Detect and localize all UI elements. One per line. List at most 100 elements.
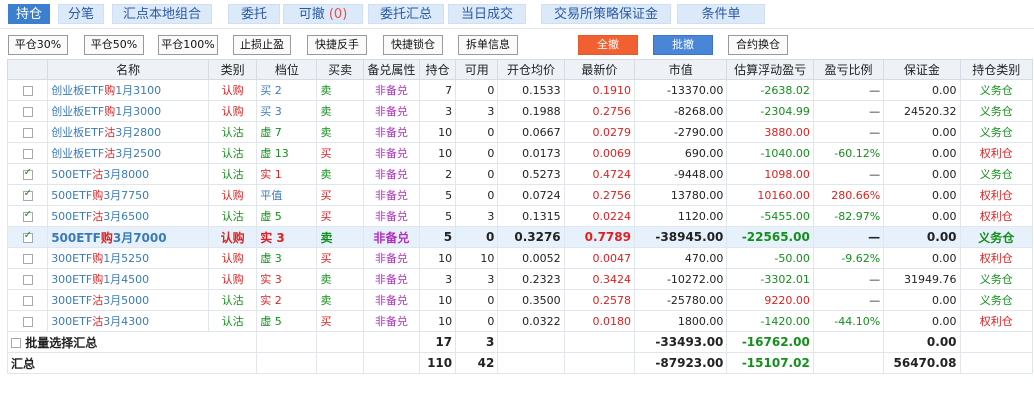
row-checkbox[interactable] bbox=[22, 127, 33, 138]
buy-sell: 买 bbox=[316, 142, 364, 164]
float-pnl: -3302.01 bbox=[726, 268, 814, 290]
table-row[interactable]: 500ETF购3月7750认购平值买非备兑500.07240.275613780… bbox=[6, 184, 1034, 206]
batch-avail: 3 bbox=[455, 331, 499, 353]
row-checkbox[interactable] bbox=[22, 209, 33, 222]
close-100-button[interactable]: 平仓100% bbox=[158, 35, 218, 55]
quick-reverse-button[interactable]: 快捷反手 bbox=[307, 35, 367, 55]
col-margin[interactable]: 保证金 bbox=[883, 59, 961, 80]
open-avg-price: 0.0724 bbox=[497, 184, 565, 206]
col-cover[interactable]: 备兑属性 bbox=[362, 59, 420, 80]
quick-lock-button[interactable]: 快捷锁仓 bbox=[383, 35, 443, 55]
batch-cancel-button[interactable]: 批撤 bbox=[653, 35, 713, 55]
moneyness-level: 虚 7 bbox=[256, 121, 318, 143]
table-row[interactable]: 创业板ETF沽3月2500 认沽虚 13 买非备兑 10 0 0.0173 0.0069 69… bbox=[6, 142, 1034, 164]
table-row[interactable]: 300ETF沽3月5000 认沽实 2 卖非备兑 10 0 0.3500 0.2578 -25… bbox=[6, 289, 1034, 311]
col-type[interactable]: 类别 bbox=[207, 59, 258, 80]
pnl-ratio: — bbox=[812, 289, 885, 311]
contract-underlying: 500ETF bbox=[51, 230, 101, 245]
contract-direction: 沽 bbox=[104, 147, 116, 160]
margin: 0.00 bbox=[883, 226, 961, 248]
moneyness-level: 买 3 bbox=[256, 100, 318, 122]
col-market-value[interactable]: 市值 bbox=[633, 59, 728, 80]
table-row[interactable]: 500ETF沽3月8000认沽实 1卖非备兑200.52730.4724-944… bbox=[6, 163, 1034, 185]
total-margin: 56470.08 bbox=[883, 352, 961, 374]
moneyness-level: 实 2 bbox=[256, 289, 318, 311]
table-row[interactable]: 创业板ETF沽3月2800 认沽虚 7 卖非备兑 10 0 0.0667 0.0279 -27… bbox=[6, 121, 1034, 143]
tab-conditional-orders[interactable]: 条件单 bbox=[677, 4, 765, 24]
tab-today-trades[interactable]: 当日成交 bbox=[448, 4, 526, 24]
col-position[interactable]: 持仓 bbox=[418, 59, 457, 80]
row-checkbox[interactable] bbox=[22, 253, 33, 264]
float-pnl: -5455.00 bbox=[726, 205, 814, 227]
row-checkbox[interactable] bbox=[22, 148, 33, 159]
table-row[interactable]: 创业板ETF购1月3100 认购买 2 卖非备兑 7 0 0.1533 0.1910 -133… bbox=[6, 79, 1034, 101]
row-checkbox[interactable] bbox=[22, 85, 33, 96]
row-checkbox[interactable] bbox=[22, 167, 33, 180]
pnl-ratio: -44.10% bbox=[812, 310, 885, 332]
row-checkbox[interactable] bbox=[22, 274, 33, 285]
cancel-all-button[interactable]: 全撤 bbox=[578, 35, 638, 55]
contract-underlying: 300ETF bbox=[51, 315, 93, 328]
pnl-ratio: — bbox=[812, 163, 885, 185]
cover-attribute: 非备兑 bbox=[362, 247, 420, 269]
col-last-price[interactable]: 最新价 bbox=[563, 59, 635, 80]
open-avg-price: 0.0052 bbox=[497, 247, 565, 269]
position-category: 权利仓 bbox=[959, 247, 1034, 269]
stop-loss-button[interactable]: 止损止盈 bbox=[233, 35, 291, 55]
col-position-category[interactable]: 持仓类别 bbox=[959, 59, 1034, 80]
col-float-pnl[interactable]: 估算浮动盈亏 bbox=[726, 59, 814, 80]
option-type: 认购 bbox=[207, 247, 258, 269]
col-side[interactable]: 买卖 bbox=[316, 59, 364, 80]
position-category: 义务仓 bbox=[959, 226, 1034, 248]
option-type: 认沽 bbox=[207, 205, 258, 227]
col-available[interactable]: 可用 bbox=[455, 59, 499, 80]
contract-direction: 购 bbox=[100, 230, 113, 245]
contract-underlying: 创业板ETF bbox=[51, 84, 105, 97]
table-row[interactable]: 300ETF沽3月4300 认沽虚 5 买非备兑 10 0 0.0322 0.0180 180… bbox=[6, 310, 1034, 332]
tab-fills[interactable]: 分笔 bbox=[58, 4, 104, 24]
available-qty: 0 bbox=[455, 226, 499, 248]
contract-name: 创业板ETF购1月3000 bbox=[47, 100, 209, 122]
buy-sell: 买 bbox=[316, 310, 364, 332]
checkbox-cell bbox=[6, 247, 49, 269]
contract-direction: 购 bbox=[92, 273, 104, 286]
positions-table: 名称 类别 档位 买卖 备兑属性 持仓 可用 开仓均价 最新价 市值 估算浮动盈… bbox=[6, 59, 1034, 374]
col-open-price[interactable]: 开仓均价 bbox=[497, 59, 565, 80]
buy-sell: 卖 bbox=[316, 100, 364, 122]
open-avg-price: 0.5273 bbox=[497, 163, 565, 185]
open-avg-price: 0.0322 bbox=[497, 310, 565, 332]
close-50-button[interactable]: 平仓50% bbox=[84, 35, 144, 55]
tab-local-portfolio[interactable]: 汇点本地组合 bbox=[112, 4, 212, 24]
table-row[interactable]: 300ETF购1月4500 认购实 3 卖非备兑 3 3 0.2323 0.3424 -102… bbox=[6, 268, 1034, 290]
margin: 0.00 bbox=[883, 184, 961, 206]
table-row[interactable]: 500ETF沽3月6500认沽虚 5买非备兑530.13150.02241120… bbox=[6, 205, 1034, 227]
row-checkbox[interactable] bbox=[22, 188, 33, 201]
table-row[interactable]: 创业板ETF购1月3000 认购买 3 卖非备兑 3 3 0.1988 0.2756 -826… bbox=[6, 100, 1034, 122]
row-checkbox[interactable] bbox=[22, 230, 33, 243]
split-order-info-button[interactable]: 拆单信息 bbox=[458, 35, 518, 55]
col-pnl-ratio[interactable]: 盈亏比例 bbox=[812, 59, 885, 80]
float-pnl: -1040.00 bbox=[726, 142, 814, 164]
contract-underlying: 500ETF bbox=[51, 189, 93, 202]
table-row[interactable]: 300ETF购1月5250 认购虚 3 买非备兑 10 10 0.0052 0.0047 47… bbox=[6, 247, 1034, 269]
option-type: 认购 bbox=[207, 79, 258, 101]
contract-roll-button[interactable]: 合约换仓 bbox=[728, 35, 788, 55]
tab-order-summary[interactable]: 委托汇总 bbox=[368, 4, 444, 24]
table-row[interactable]: 500ETF购3月7000认购实 3卖非备兑500.32760.7789-389… bbox=[6, 226, 1034, 248]
tab-positions[interactable]: 持仓 bbox=[8, 4, 50, 24]
tab-cancelable[interactable]: 可撤 (0) bbox=[283, 4, 363, 24]
tab-exchange-margin[interactable]: 交易所策略保证金 bbox=[541, 4, 671, 24]
position-category: 义务仓 bbox=[959, 79, 1034, 101]
row-checkbox[interactable] bbox=[22, 106, 33, 117]
row-checkbox[interactable] bbox=[22, 316, 33, 327]
position-qty: 10 bbox=[418, 310, 457, 332]
row-checkbox[interactable] bbox=[22, 295, 33, 306]
col-level[interactable]: 档位 bbox=[256, 59, 318, 80]
checkbox-cell bbox=[6, 289, 49, 311]
float-pnl: 10160.00 bbox=[726, 184, 814, 206]
tab-orders[interactable]: 委托 bbox=[228, 4, 280, 24]
close-30-button[interactable]: 平仓30% bbox=[8, 35, 68, 55]
col-name[interactable]: 名称 bbox=[47, 59, 209, 80]
batch-select-checkbox[interactable] bbox=[11, 338, 21, 348]
contract-expiry-strike: 3月2500 bbox=[115, 147, 162, 160]
